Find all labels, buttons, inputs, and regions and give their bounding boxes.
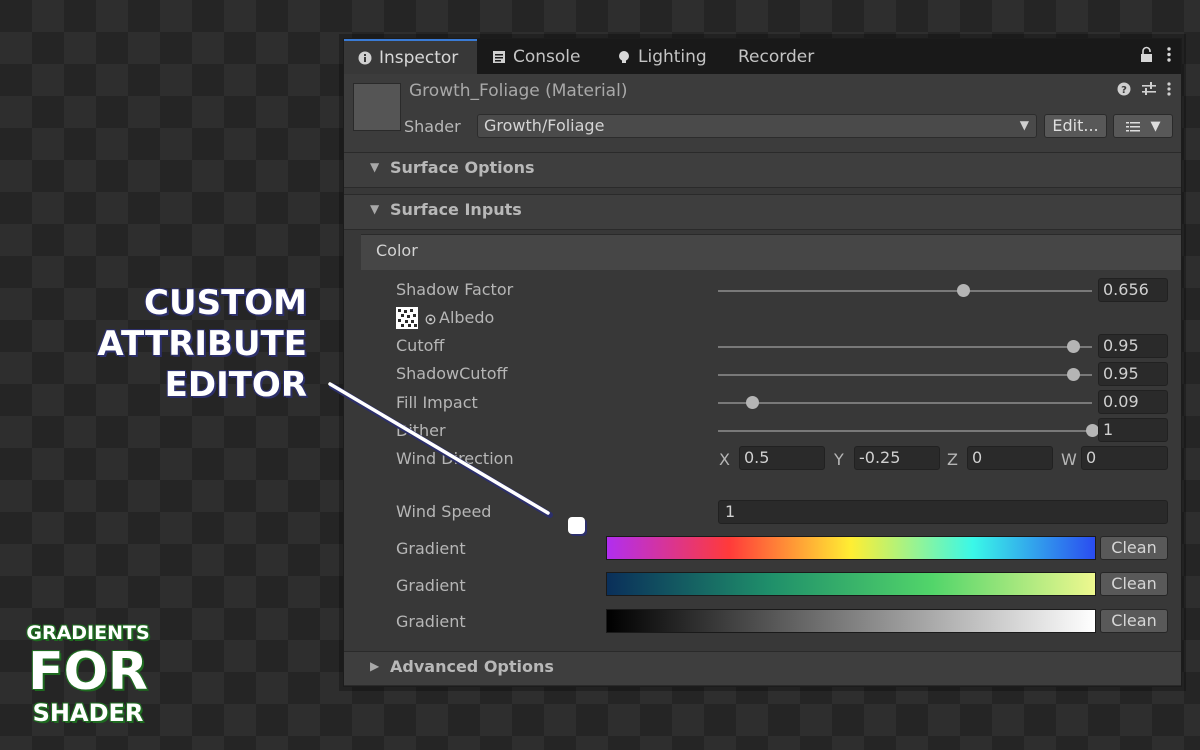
logo-line: FOR [28,642,148,702]
logo: GRADIENTS FOR SHADER [18,622,158,726]
logo-line: GRADIENTS [26,622,150,644]
logo-line: SHADER [32,699,144,727]
callout-pointer-line [328,382,553,518]
callout-pointer-dot [568,517,585,534]
